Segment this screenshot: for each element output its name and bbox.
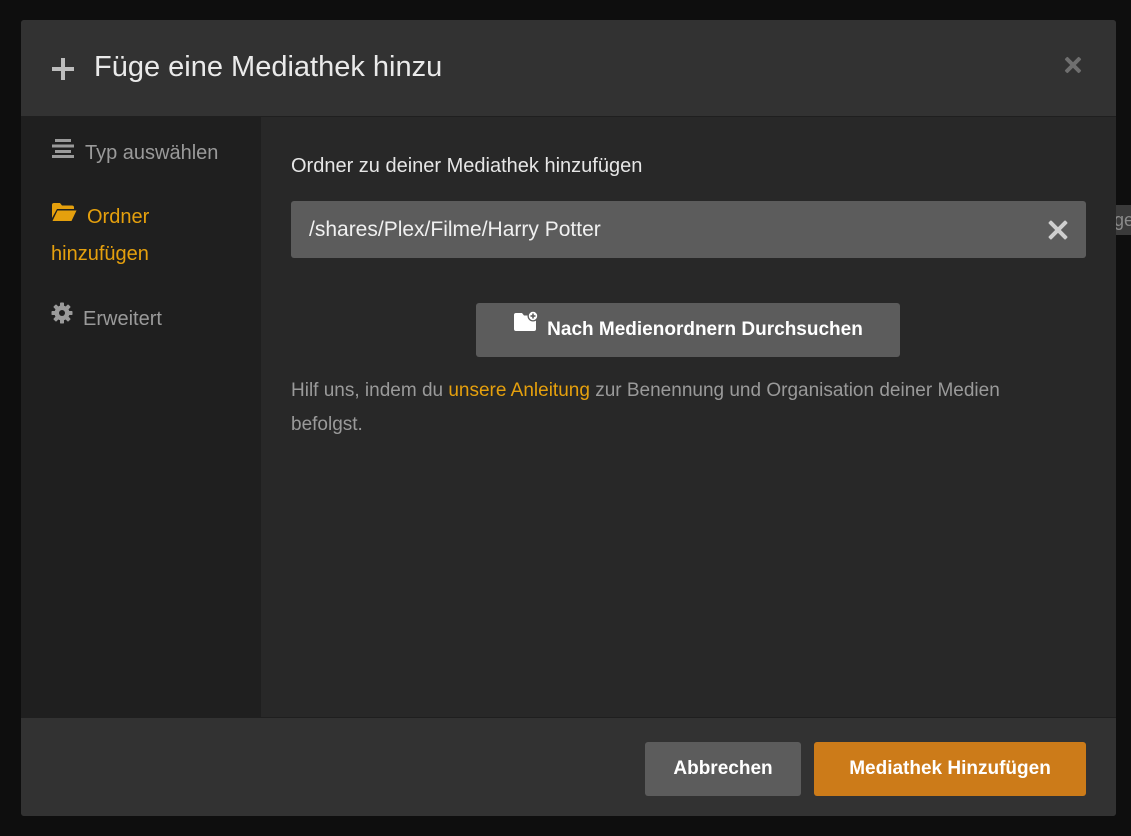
browse-button-label: Nach Medienordnern Durchsuchen (547, 319, 863, 341)
sidebar-item-advanced[interactable]: Erweitert (51, 301, 251, 338)
section-label: Ordner zu deiner Mediathek hinzufügen (291, 155, 643, 177)
sidebar-item-select-type[interactable]: Typ auswählen (51, 135, 251, 172)
cancel-button[interactable]: Abbrechen (645, 742, 801, 796)
plus-icon (51, 57, 75, 81)
guide-link[interactable]: unsere Anleitung (448, 380, 590, 401)
add-library-button[interactable]: Mediathek Hinzufügen (814, 742, 1086, 796)
folder-path-input[interactable] (291, 201, 1031, 258)
help-text-prefix: Hilf uns, indem du (291, 380, 449, 401)
modal-header: Füge eine Mediathek hinzu (21, 20, 1116, 117)
browse-folders-button[interactable]: Nach Medienordnern Durchsuchen (476, 303, 900, 357)
sidebar-item-label: Erweitert (83, 308, 162, 330)
folder-add-icon (513, 300, 539, 354)
list-icon (51, 134, 75, 170)
modal-footer: Abbrechen Mediathek Hinzufügen (21, 717, 1116, 816)
gear-icon (51, 300, 73, 336)
add-library-modal: Füge eine Mediathek hinzu Typ auswählen … (21, 20, 1116, 816)
modal-title: Füge eine Mediathek hinzu (94, 51, 443, 83)
wizard-content: Ordner zu deiner Mediathek hinzufügen Na… (261, 117, 1116, 717)
background-text-fragment: ge (1116, 205, 1131, 235)
close-button[interactable] (1058, 50, 1088, 80)
wizard-sidebar: Typ auswählen Ordner hinzufügen Erweiter… (21, 117, 261, 717)
sidebar-item-add-folders[interactable]: Ordner hinzufügen (51, 199, 251, 272)
help-text: Hilf uns, indem du unsere Anleitung zur … (291, 374, 1051, 442)
sidebar-item-label: Typ auswählen (85, 142, 219, 164)
folder-path-field (291, 201, 1086, 258)
folder-open-icon (51, 198, 77, 234)
clear-path-button[interactable] (1043, 215, 1073, 245)
